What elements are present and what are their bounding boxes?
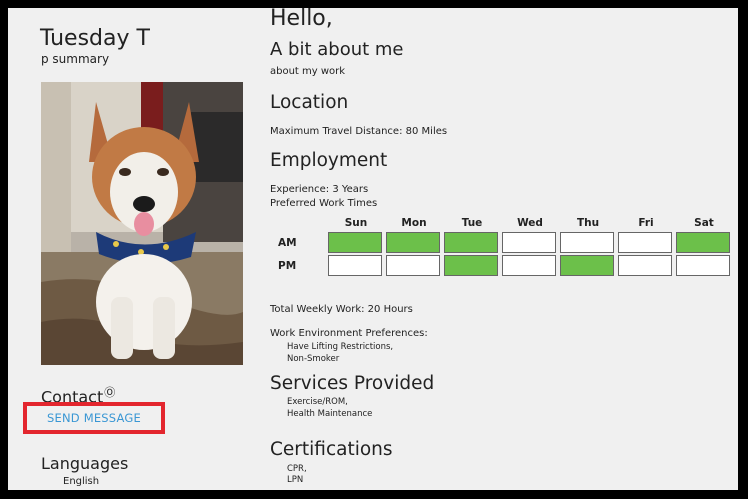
- husky-dog-photo: [41, 82, 243, 365]
- employment-heading: Employment: [270, 150, 388, 171]
- schedule-cell-wrap: [386, 254, 442, 277]
- schedule-cell-wrap: [386, 231, 442, 254]
- schedule-slot-am-wed: [502, 232, 556, 253]
- schedule-cell-wrap: [444, 231, 500, 254]
- schedule-cell-wrap: [560, 254, 616, 277]
- schedule-row: PM: [272, 254, 732, 277]
- experience-text: Experience: 3 Years: [270, 184, 369, 195]
- schedule-cell-wrap: [676, 254, 732, 277]
- schedule-slot-pm-thu: [560, 255, 614, 276]
- greeting: Hello,: [270, 8, 333, 31]
- work-env-label: Work Environment Preferences:: [270, 328, 428, 339]
- day-header: Sun: [344, 217, 368, 229]
- work-env-item: Non-Smoker: [287, 354, 340, 364]
- language-item: English: [63, 476, 100, 487]
- profile-main: Hello, A bit about me about my work Loca…: [270, 8, 738, 490]
- service-item: Exercise/ROM,: [287, 397, 348, 407]
- schedule-cell-wrap: [444, 254, 500, 277]
- schedule-row: AM: [272, 231, 732, 254]
- preferred-times-label: Preferred Work Times: [270, 198, 378, 209]
- profile-summary: p summary: [41, 52, 110, 66]
- schedule-slot-pm-tue: [444, 255, 498, 276]
- certifications-heading: Certifications: [270, 439, 393, 460]
- schedule-slot-pm-fri: [618, 255, 672, 276]
- send-message-button[interactable]: SEND MESSAGE: [23, 402, 165, 434]
- schedule-row-label: PM: [278, 259, 297, 272]
- day-header: Sat: [694, 217, 714, 229]
- schedule-cell-wrap: [618, 254, 674, 277]
- total-weekly-work: Total Weekly Work: 20 Hours: [270, 304, 413, 315]
- schedule-cell-wrap: [618, 231, 674, 254]
- table-corner: [272, 215, 326, 231]
- profile-name: Tuesday T: [40, 26, 150, 51]
- schedule-cell-wrap: [328, 231, 384, 254]
- schedule-slot-am-sat: [676, 232, 730, 253]
- send-message-label: SEND MESSAGE: [47, 411, 141, 425]
- schedule-cell-wrap: [502, 231, 558, 254]
- schedule-slot-am-thu: [560, 232, 614, 253]
- schedule-cell-wrap: [502, 254, 558, 277]
- work-env-item: Have Lifting Restrictions,: [287, 342, 394, 352]
- schedule-slot-am-sun: [328, 232, 382, 253]
- day-header: Thu: [576, 217, 600, 229]
- work-times-table: Sun Mon Tue Wed Thu Fri Sat AM PM: [270, 215, 734, 277]
- profile-photo: [41, 82, 243, 365]
- profile-sidebar: Tuesday T p summary ContactⓄ SEND MESSAG…: [8, 8, 253, 490]
- schedule-cell-wrap: [560, 231, 616, 254]
- profile-page: Tuesday T p summary ContactⓄ SEND MESSAG…: [8, 8, 738, 490]
- schedule-slot-am-tue: [444, 232, 498, 253]
- schedule-slot-pm-sun: [328, 255, 382, 276]
- schedule-slot-pm-sat: [676, 255, 730, 276]
- certification-item: CPR,: [287, 464, 307, 474]
- schedule-cell-wrap: [676, 231, 732, 254]
- schedule-slot-am-mon: [386, 232, 440, 253]
- schedule-slot-pm-mon: [386, 255, 440, 276]
- schedule-slot-pm-wed: [502, 255, 556, 276]
- schedule-slot-am-fri: [618, 232, 672, 253]
- about-text: about my work: [270, 66, 346, 77]
- schedule-cell-wrap: [328, 254, 384, 277]
- day-header: Tue: [461, 217, 483, 229]
- certification-item: LPN: [287, 475, 304, 485]
- day-header: Fri: [638, 217, 654, 229]
- day-header: Mon: [401, 217, 427, 229]
- about-heading: A bit about me: [270, 39, 404, 60]
- travel-distance: Maximum Travel Distance: 80 Miles: [270, 126, 448, 137]
- services-heading: Services Provided: [270, 373, 435, 394]
- schedule-row-label: AM: [278, 236, 297, 249]
- languages-heading: Languages: [41, 454, 129, 473]
- location-heading: Location: [270, 92, 349, 113]
- day-header: Wed: [517, 217, 543, 229]
- help-icon[interactable]: Ⓞ: [104, 386, 115, 399]
- service-item: Health Maintenance: [287, 409, 373, 419]
